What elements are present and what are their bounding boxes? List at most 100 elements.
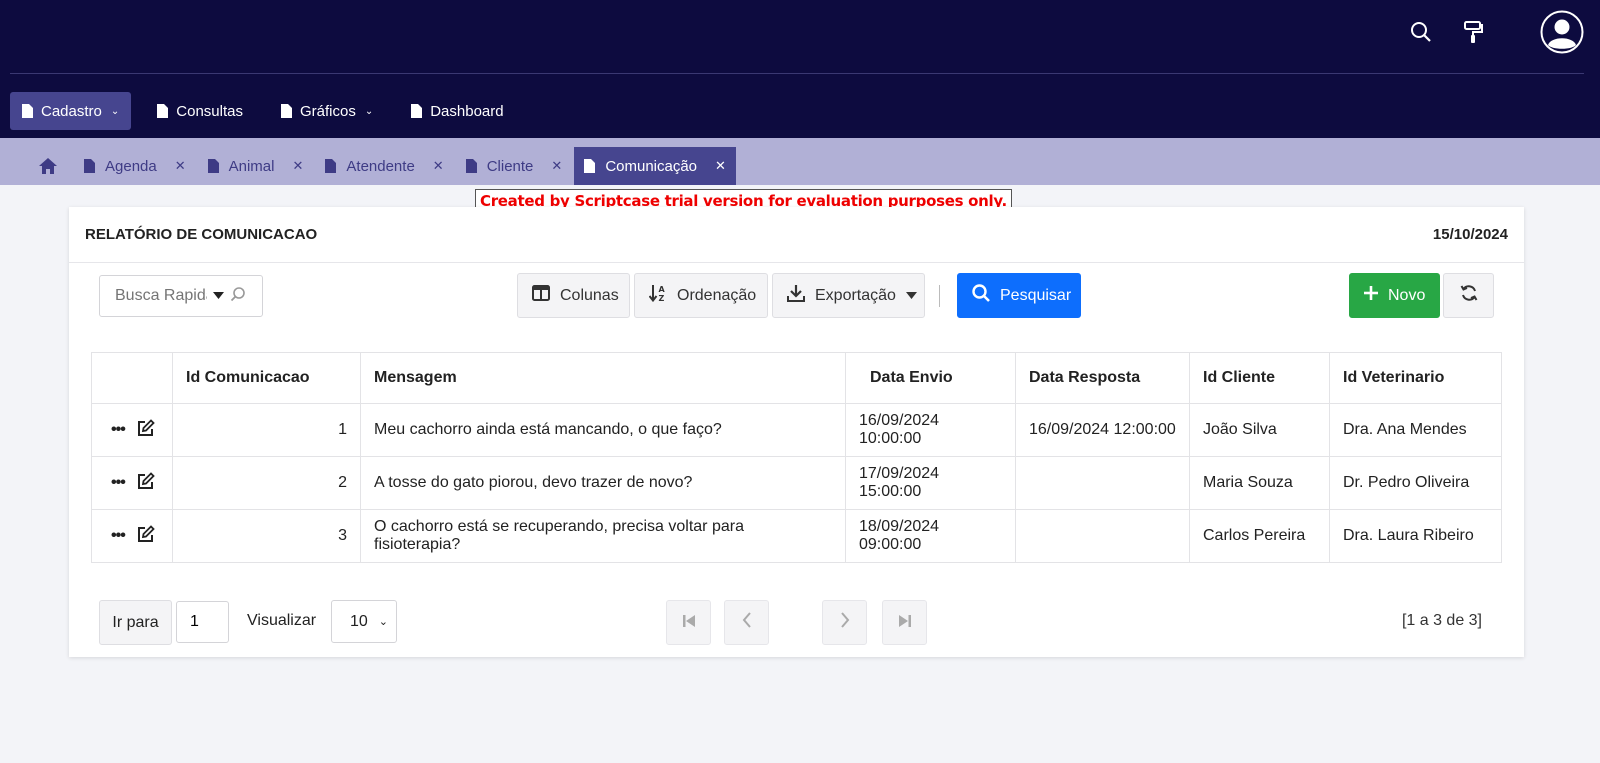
cell-id-cliente: Carlos Pereira	[1189, 509, 1330, 563]
document-icon	[584, 159, 596, 173]
page-size-select[interactable]: 10 ⌄	[331, 600, 397, 643]
nav-item-consultas[interactable]: Consultas	[145, 92, 255, 130]
tab-label: Comunicação	[605, 157, 698, 175]
document-icon	[84, 159, 95, 173]
export-label: Exportação	[815, 286, 896, 304]
column-header-id-cliente[interactable]: Id Cliente	[1189, 352, 1330, 404]
search-button[interactable]: Pesquisar	[957, 273, 1081, 318]
tab-label: Atendente	[346, 157, 415, 175]
search-icon[interactable]	[1407, 18, 1435, 46]
user-avatar-icon[interactable]	[1540, 10, 1584, 54]
more-options-icon[interactable]: •••	[111, 474, 126, 492]
tab-label: Animal	[228, 157, 275, 175]
tab-label: Cliente	[486, 157, 534, 175]
edit-icon[interactable]	[137, 471, 155, 495]
column-header-id[interactable]: Id Comunicacao	[172, 352, 361, 404]
tab-label: Agenda	[105, 157, 157, 175]
page-title: RELATÓRIO DE COMUNICACAO	[85, 226, 318, 243]
cell-data-resposta: 16/09/2024 12:00:00	[1015, 403, 1190, 457]
edit-icon[interactable]	[137, 524, 155, 548]
previous-page-button[interactable]	[724, 600, 769, 645]
sort-icon: AZ	[648, 284, 667, 307]
sort-label: Ordenação	[677, 286, 757, 304]
nav-item-dashboard[interactable]: Dashboard	[399, 92, 515, 130]
cell-mensagem: Meu cachorro ainda está mancando, o que …	[360, 403, 846, 457]
column-header-data-resposta[interactable]: Data Resposta	[1015, 352, 1190, 404]
tab-atendente[interactable]: Atendente ✕	[315, 147, 453, 185]
actions-header	[91, 352, 173, 404]
view-label: Visualizar	[247, 612, 317, 629]
document-icon	[411, 104, 423, 118]
close-icon[interactable]: ✕	[715, 158, 726, 174]
table-row: ••• 3 O cachorro está se recuperando, pr…	[91, 509, 1502, 563]
chevron-down-icon: ⌄	[378, 616, 388, 628]
caret-down-icon	[905, 287, 917, 305]
row-actions: •••	[91, 456, 173, 510]
cell-data-envio: 16/09/2024 10:00:00	[845, 403, 1016, 457]
new-button[interactable]: Novo	[1349, 273, 1440, 318]
chevron-left-icon	[742, 612, 752, 633]
tabs-bar: Agenda ✕ Animal ✕ Atendente ✕ Cliente ✕ …	[0, 138, 1600, 185]
toolbar-separator	[939, 285, 940, 307]
tab-agenda[interactable]: Agenda ✕	[74, 147, 196, 185]
quick-search-input[interactable]	[115, 287, 207, 305]
caret-down-icon[interactable]	[213, 287, 224, 305]
sort-button[interactable]: AZ Ordenação	[634, 273, 768, 318]
paint-roller-icon[interactable]	[1459, 18, 1487, 46]
search-icon[interactable]	[230, 286, 246, 307]
next-page-button[interactable]	[822, 600, 867, 645]
cell-id: 1	[172, 403, 361, 457]
top-bar: Cadastro ⌄ Consultas Gráficos ⌄ Dashboar…	[0, 0, 1600, 138]
plus-icon	[1364, 286, 1378, 305]
document-icon	[207, 159, 219, 173]
last-page-button[interactable]	[882, 600, 927, 645]
close-icon[interactable]: ✕	[292, 158, 303, 174]
export-button[interactable]: Exportação	[772, 273, 925, 318]
more-options-icon[interactable]: •••	[111, 527, 126, 545]
pagination-footer: Ir para Visualizar 10 ⌄ 1 [1 a 3 de 3]	[69, 600, 1524, 645]
cell-id-veterinario: Dra. Laura Ribeiro	[1329, 509, 1502, 563]
close-icon[interactable]: ✕	[551, 158, 562, 174]
record-range: [1 a 3 de 3]	[1401, 612, 1482, 629]
svg-text:A: A	[659, 285, 666, 294]
row-actions: •••	[91, 509, 173, 563]
columns-icon	[532, 285, 550, 306]
cell-mensagem: A tosse do gato piorou, devo trazer de n…	[360, 456, 846, 510]
tab-cliente[interactable]: Cliente ✕	[456, 147, 573, 185]
goto-page-input[interactable]	[176, 601, 229, 643]
nav-item-label: Consultas	[176, 102, 243, 120]
column-header-id-veterinario[interactable]: Id Veterinario	[1329, 352, 1502, 404]
first-page-button[interactable]	[666, 600, 711, 645]
close-icon[interactable]: ✕	[175, 158, 186, 174]
home-icon[interactable]	[38, 156, 60, 176]
more-options-icon[interactable]: •••	[111, 421, 126, 439]
document-icon	[22, 104, 33, 118]
nav-item-cadastro[interactable]: Cadastro ⌄	[10, 92, 132, 130]
last-page-icon	[898, 614, 911, 632]
columns-button[interactable]: Colunas	[517, 273, 630, 318]
cell-data-resposta	[1015, 509, 1190, 563]
column-header-mensagem[interactable]: Mensagem	[360, 352, 846, 404]
page-size-value: 10	[350, 612, 368, 630]
main-nav: Cadastro ⌄ Consultas Gráficos ⌄ Dashboar…	[10, 92, 530, 130]
cell-data-resposta	[1015, 456, 1190, 510]
search-label: Pesquisar	[1000, 286, 1072, 304]
edit-icon[interactable]	[137, 418, 155, 442]
cell-id-veterinario: Dr. Pedro Oliveira	[1329, 456, 1502, 510]
search-icon	[972, 284, 990, 307]
chevron-down-icon: ⌄	[110, 105, 120, 117]
tab-animal[interactable]: Animal ✕	[198, 147, 314, 185]
nav-item-label: Cadastro	[41, 102, 102, 120]
new-label: Novo	[1388, 286, 1426, 304]
column-header-data-envio[interactable]: Data Envio	[845, 352, 1016, 404]
document-icon	[325, 159, 337, 173]
nav-item-graficos[interactable]: Gráficos ⌄	[269, 92, 385, 130]
cell-id: 2	[172, 456, 361, 510]
nav-item-label: Dashboard	[430, 102, 504, 120]
close-icon[interactable]: ✕	[433, 158, 444, 174]
tab-comunicacao[interactable]: Comunicação ✕	[574, 147, 736, 185]
goto-button[interactable]: Ir para	[99, 600, 172, 645]
cell-id-cliente: Maria Souza	[1189, 456, 1330, 510]
first-page-icon	[682, 614, 695, 632]
refresh-button[interactable]	[1443, 273, 1494, 318]
